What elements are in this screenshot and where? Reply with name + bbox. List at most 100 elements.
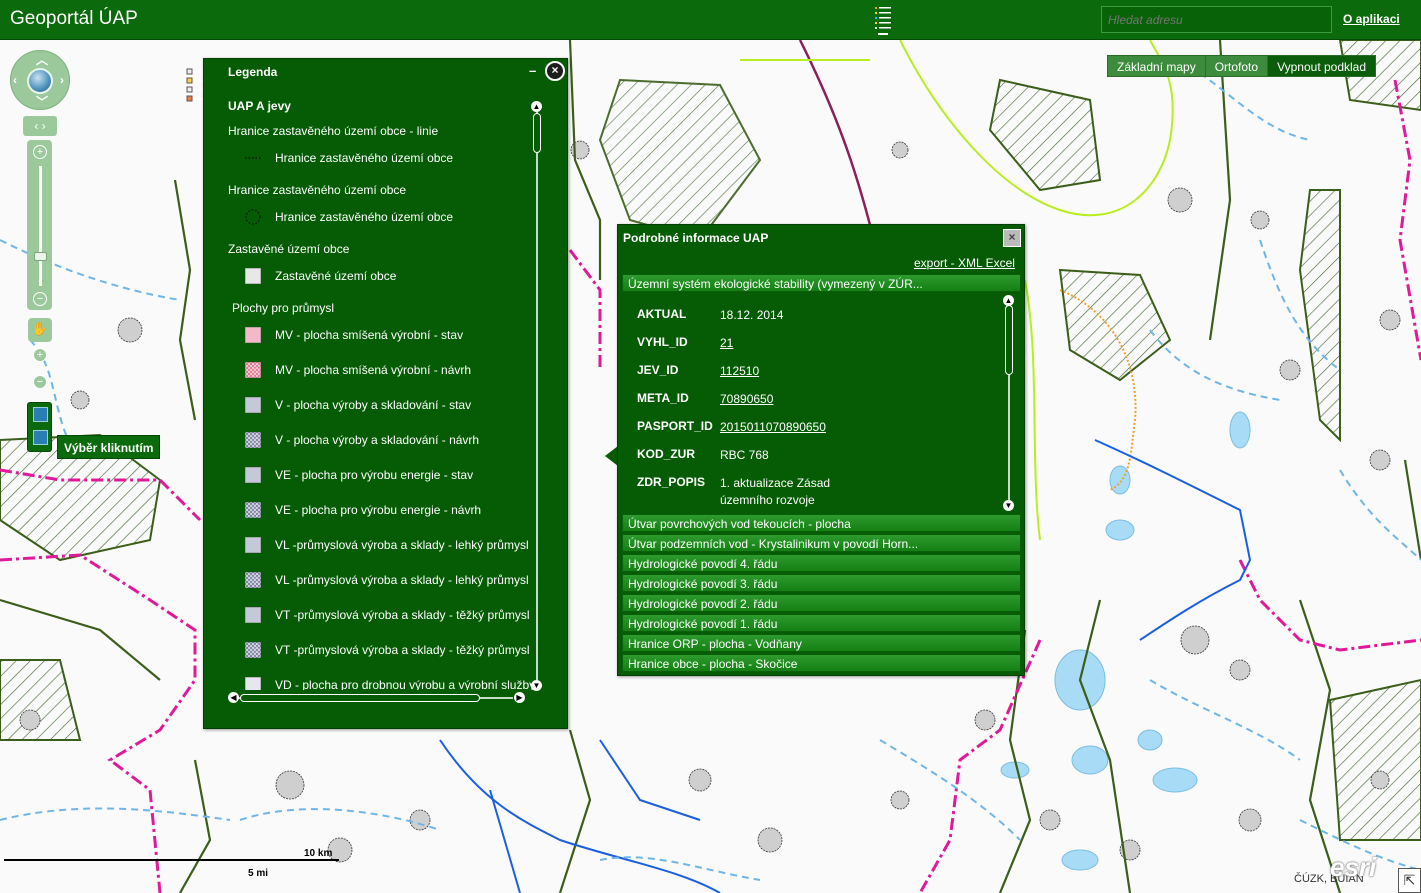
dotted-line-symbol-icon: [245, 157, 261, 159]
gray-blue-fill-symbol-icon: [245, 397, 261, 413]
info-section[interactable]: Hranice obce - plocha - Skočice: [622, 654, 1021, 672]
scroll-down-icon[interactable]: ▼: [1003, 500, 1014, 511]
info-section[interactable]: Útvar podzemních vod - Krystalinikum v p…: [622, 534, 1021, 552]
zoom-box-out-icon[interactable]: −: [33, 375, 47, 389]
scroll-up-icon[interactable]: ▲: [531, 101, 542, 112]
gray-blue-fill-symbol-icon: [245, 607, 261, 623]
pan-up-icon[interactable]: ︿: [36, 51, 48, 68]
about-app-link[interactable]: O aplikaci: [1343, 12, 1400, 26]
zoom-track[interactable]: [39, 166, 42, 286]
legend-item-label: VE - plocha pro výrobu energie - stav: [275, 468, 474, 482]
zoom-handle[interactable]: [34, 252, 47, 261]
popup-vertical-scrollbar[interactable]: ▲ ▼: [1003, 295, 1015, 511]
gray-blue-fill-symbol-icon: [245, 467, 261, 483]
legend-vertical-scrollbar[interactable]: ▲ ▼: [531, 101, 543, 691]
popup-title: Podrobné informace UAP: [623, 231, 769, 245]
gray-blue-fill-symbol-icon: [245, 537, 261, 553]
esri-logo: esri: [1330, 852, 1377, 882]
basemap-button-off[interactable]: Vypnout podklad: [1267, 55, 1377, 77]
attribute-value-link[interactable]: 21: [720, 335, 860, 352]
legend-item-label: V - plocha výroby a skladování - stav: [275, 398, 472, 412]
legend-group-heading: Plochy pro průmysl: [232, 301, 335, 315]
light-gray-fill-symbol-icon: [245, 677, 261, 690]
popup-close-button[interactable]: ×: [1003, 229, 1021, 247]
pan-down-icon[interactable]: ﹀: [36, 93, 48, 110]
info-section[interactable]: Hydrologické povodí 1. řádu: [622, 614, 1021, 632]
attribute-key: VYHL_ID: [637, 335, 688, 349]
info-section[interactable]: Hydrologické povodí 3. řádu: [622, 574, 1021, 592]
info-section[interactable]: Útvar povrchových vod tekoucích - plocha: [622, 514, 1021, 532]
basemap-button-base-maps[interactable]: Základní mapy: [1107, 55, 1205, 77]
scroll-left-icon[interactable]: ◀: [228, 692, 239, 703]
legend-scroll-thumb[interactable]: [533, 113, 541, 153]
gray-blue-hatch-symbol-icon: [245, 642, 261, 658]
scale-line: [4, 859, 339, 861]
info-section[interactable]: Hranice ORP - plocha - Vodňany: [622, 634, 1021, 652]
dotted-circle-symbol-icon: [245, 209, 261, 225]
attribute-key: JEV_ID: [637, 363, 679, 377]
layer-list-icon[interactable]: [872, 4, 894, 36]
gray-blue-hatch-symbol-icon: [245, 432, 261, 448]
legend-item-label: V - plocha výroby a skladování - návrh: [275, 433, 480, 447]
legend-item-label: Hranice zastavěného území obce: [275, 210, 454, 224]
app-title: Geoportál ÚAP: [10, 8, 138, 29]
attribute-value-link[interactable]: 70890650: [720, 391, 860, 408]
pan-right-icon[interactable]: ›: [60, 73, 64, 87]
select-rectangle-icon[interactable]: [33, 430, 48, 445]
pink-fill-symbol-icon: [245, 327, 261, 343]
legend-item-label: Hranice zastavěného území obce: [275, 151, 454, 165]
address-search-input[interactable]: [1101, 6, 1332, 33]
info-section[interactable]: Hydrologické povodí 2. řádu: [622, 594, 1021, 612]
legend-group-heading: Zastavěné území obce: [228, 242, 350, 256]
expand-corner-icon[interactable]: ⇱: [1398, 868, 1421, 893]
app-header: Geoportál ÚAP O aplikaci: [0, 0, 1421, 40]
zoom-in-icon[interactable]: +: [33, 145, 47, 159]
legend-hscroll-thumb[interactable]: [240, 694, 480, 702]
legend-minimize-button[interactable]: –: [529, 63, 536, 78]
attribute-table: AKTUAL 18.12. 2014 VYHL_ID 21 JEV_ID 112…: [622, 293, 1021, 511]
attribute-key: KOD_ZUR: [637, 447, 696, 461]
select-tooltip: Výběr kliknutím: [57, 435, 161, 459]
rotate-icon[interactable]: ‹ ›: [23, 116, 57, 136]
legend-item-label: VT -průmyslová výroba a sklady - těžký p…: [275, 643, 530, 657]
info-section[interactable]: Hydrologické povodí 4. řádu: [622, 554, 1021, 572]
select-tools: [27, 402, 52, 452]
zoom-out-icon[interactable]: −: [33, 292, 47, 306]
zoom-box-in-icon[interactable]: +: [33, 348, 47, 362]
legend-close-button[interactable]: ×: [545, 61, 565, 81]
basemap-button-orthophoto[interactable]: Ortofoto: [1204, 55, 1268, 77]
legend-item-label: VL -průmyslová výroba a sklady - lehký p…: [275, 538, 529, 552]
globe-icon[interactable]: [27, 68, 53, 94]
attribute-key: AKTUAL: [637, 307, 687, 321]
scroll-up-icon[interactable]: ▲: [1003, 295, 1014, 306]
export-xml-excel-link[interactable]: export - XML Excel: [914, 256, 1015, 270]
feature-info-popup: Podrobné informace UAP × export - XML Ex…: [617, 224, 1025, 676]
legend-layer-name: UAP A jevy: [228, 99, 291, 113]
attribute-key: ZDR_POPIS: [637, 475, 706, 489]
legend-horizontal-scrollbar[interactable]: ◀ ▶: [228, 692, 525, 704]
pan-hand-icon[interactable]: ✋: [28, 318, 52, 342]
attribute-value: 1. aktualizace Zásad územního rozvoje: [720, 476, 831, 507]
attribute-key: PASPORT_ID: [637, 419, 713, 433]
scale-bar: 10 km 5 mi: [4, 848, 344, 879]
attribute-value-link[interactable]: 112510: [720, 363, 860, 380]
popup-scroll-thumb[interactable]: [1005, 305, 1013, 375]
scroll-right-icon[interactable]: ▶: [514, 692, 525, 703]
legend-item-label: Zastavěné území obce: [275, 269, 397, 283]
info-section-expanded[interactable]: Územní systém ekologické stability (vyme…: [622, 274, 1021, 292]
select-click-icon[interactable]: [33, 407, 48, 422]
legend-panel: Legenda – × UAP A jevy Hranice zastavěné…: [203, 58, 568, 729]
pink-hatch-symbol-icon: [245, 362, 261, 378]
scale-km-label: 10 km: [304, 848, 333, 859]
scroll-down-icon[interactable]: ▼: [531, 680, 542, 691]
legend-item-label: VE - plocha pro výrobu energie - návrh: [275, 503, 482, 517]
attribute-value-link[interactable]: 2015011070890650: [720, 419, 860, 436]
legend-group-heading: Hranice zastavěného území obce - linie: [228, 124, 439, 138]
attribute-value: 18.12. 2014: [720, 308, 784, 322]
legend-item-label: VD - plocha pro drobnou výrobu a výrobní…: [275, 678, 534, 690]
basemap-switcher: Základní mapy Ortofoto Vypnout podklad: [1107, 55, 1377, 77]
gray-fill-symbol-icon: [245, 268, 261, 284]
legend-item-label: VL -průmyslová výroba a sklady - lehký p…: [275, 573, 529, 587]
pan-left-icon[interactable]: ‹: [13, 73, 17, 87]
legend-title: Legenda: [228, 65, 278, 79]
